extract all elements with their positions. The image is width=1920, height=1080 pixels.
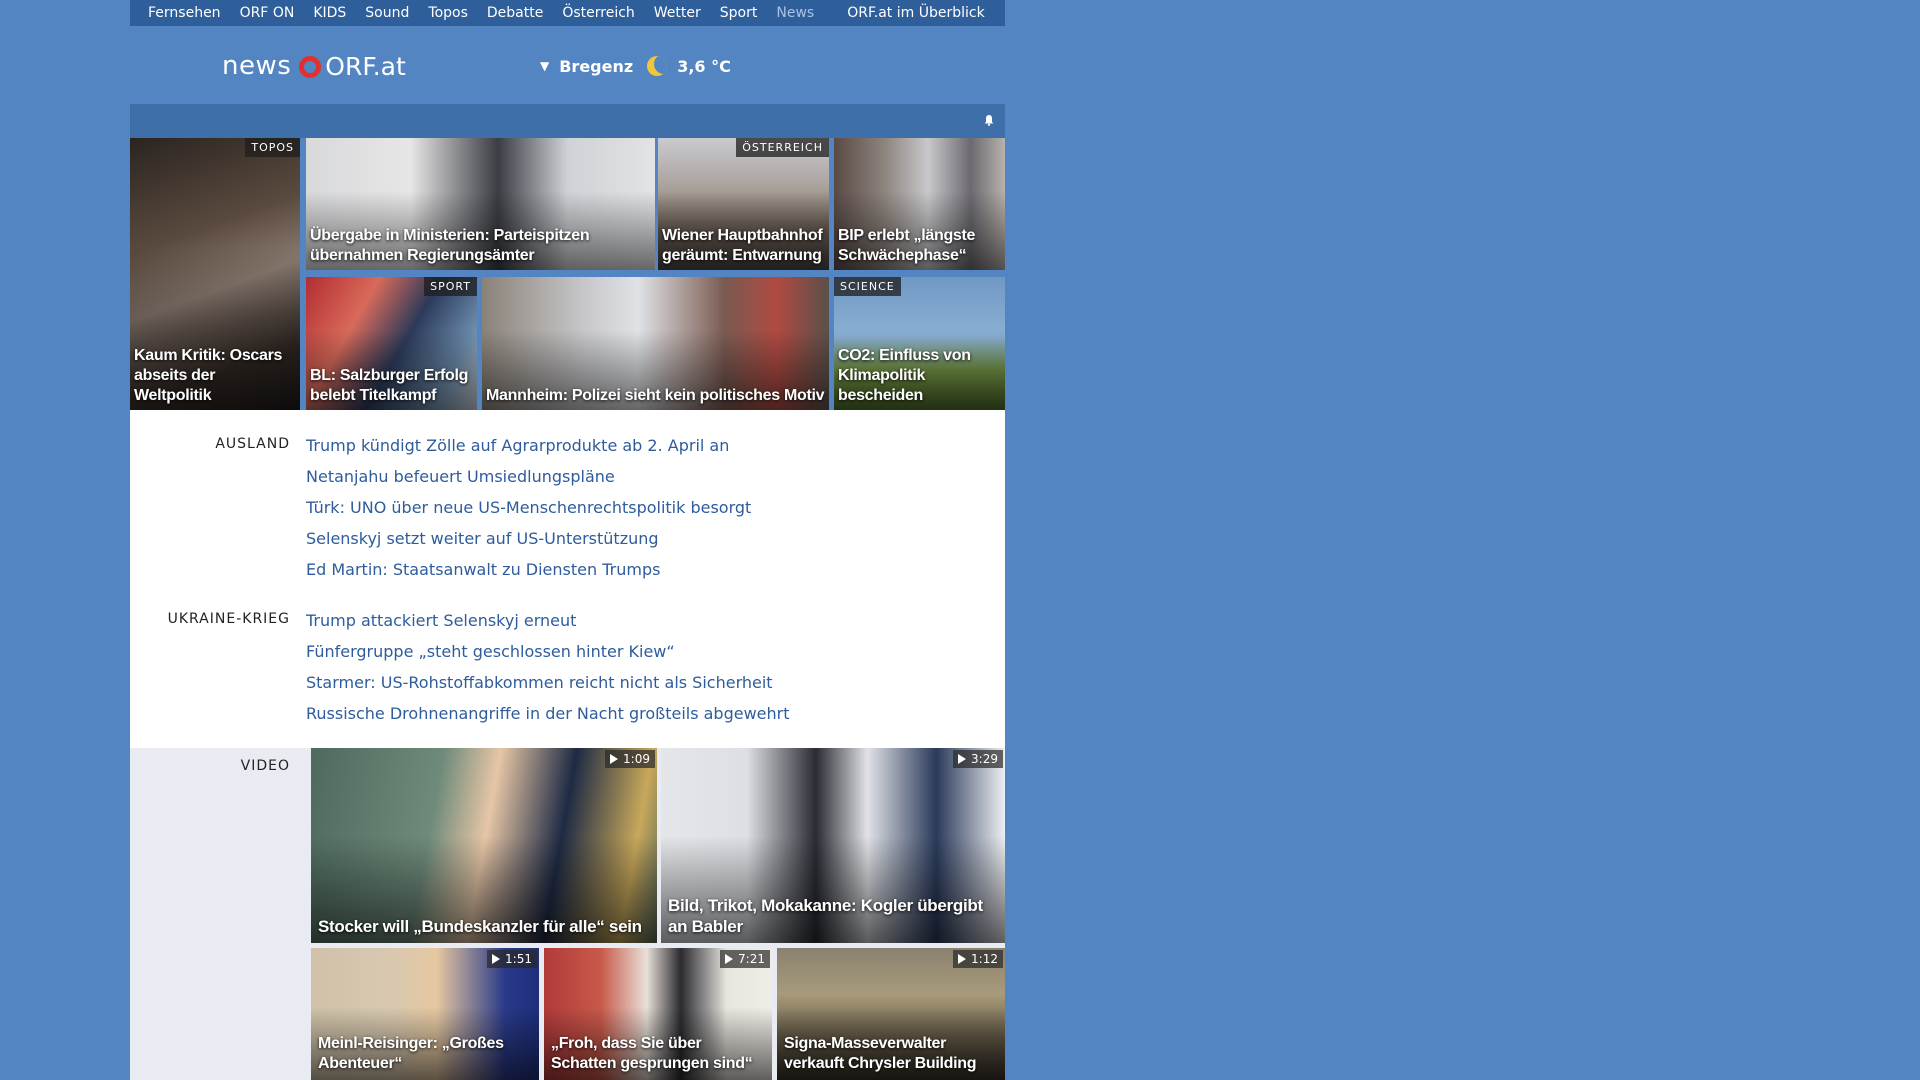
list-item: Ed Martin: Staatsanwalt zu Diensten Trum… [306,560,751,591]
headline-link[interactable]: Starmer: US-Rohstoffabkommen reicht nich… [306,673,773,692]
play-icon [958,954,967,964]
weather-location: Bregenz [559,56,634,76]
headline-list: Trump attackiert Selenskyj erneut Fünfer… [306,611,790,735]
duration-text: 1:09 [623,752,650,766]
video-tile-chrysler[interactable]: 1:12 Signa-Masseverwalter verkauft Chrys… [777,948,1005,1080]
category-tag: ÖSTERREICH [736,138,829,157]
headline-link[interactable]: Fünfergruppe „steht geschlossen hinter K… [306,642,675,661]
duration-text: 1:51 [505,952,532,966]
story-caption: BL: Salzburger Erfolg belebt Titelkampf [310,367,469,404]
story-tile-oscars[interactable]: TOPOS Kaum Kritik: Oscars abseits der We… [130,138,300,410]
nav-wetter[interactable]: Wetter [654,5,701,21]
notification-bar [130,104,1005,138]
video-section: VIDEO 1:09 Stocker will „Bundeskanzler f… [130,748,1005,1080]
story-caption: BIP erlebt „längste Schwächephase“ [838,227,976,264]
story-tile-sport[interactable]: SPORT BL: Salzburger Erfolg belebt Titel… [306,277,477,410]
nav-sound[interactable]: Sound [365,5,409,21]
story-tile-hauptbahnhof[interactable]: ÖSTERREICH Wiener Hauptbahnhof geräumt: … [658,138,829,270]
video-tile-stocker[interactable]: 1:09 Stocker will „Bundeskanzler für all… [311,748,657,943]
video-duration: 1:51 [487,950,537,968]
nav-oesterreich[interactable]: Österreich [562,5,634,21]
section-label: VIDEO [240,758,290,774]
video-caption: Meinl-Reisinger: „Großes Abenteuer“ [318,1035,504,1072]
duration-text: 3:29 [971,752,998,766]
nav-fernsehen[interactable]: Fernsehen [148,5,221,21]
headline-link[interactable]: Netanjahu befeuert Umsiedlungspläne [306,467,615,486]
headline-list: Trump kündigt Zölle auf Agrarprodukte ab… [306,436,751,591]
top-navigation: Fernsehen ORF ON KIDS Sound Topos Debatt… [130,0,1005,26]
top-stories-grid: TOPOS Kaum Kritik: Oscars abseits der We… [130,138,1005,410]
list-item: Trump kündigt Zölle auf Agrarprodukte ab… [306,436,751,467]
logo-orf-text: ORF.at [325,51,406,81]
logo-news-text: news [222,51,292,81]
brand-bar: news ORF.at ▼ Bregenz 3,6 °C [130,26,1005,104]
headline-link[interactable]: Trump kündigt Zölle auf Agrarprodukte ab… [306,436,729,455]
video-caption: „Froh, dass Sie über Schatten gesprungen… [551,1035,753,1072]
story-caption: Übergabe in Ministerien: Parteispitzen ü… [310,227,590,264]
news-orf-logo[interactable]: news ORF.at [222,51,406,81]
list-item: Starmer: US-Rohstoffabkommen reicht nich… [306,673,790,704]
video-tile-meinl-reisinger[interactable]: 1:51 Meinl-Reisinger: „Großes Abenteuer“ [311,948,539,1080]
duration-text: 1:12 [971,952,998,966]
headline-link[interactable]: Selenskyj setzt weiter auf US-Unterstütz… [306,529,659,548]
video-duration: 7:21 [720,950,770,968]
video-tile-van-der-bellen[interactable]: 7:21 „Froh, dass Sie über Schatten gespr… [544,948,772,1080]
list-item: Russische Drohnenangriffe in der Nacht g… [306,704,790,735]
story-tile-bip[interactable]: BIP erlebt „längste Schwächephase“ [834,138,1005,270]
video-duration: 3:29 [953,750,1003,768]
story-caption: CO2: Einfluss von Klimapolitik bescheide… [838,347,971,404]
nav-debatte[interactable]: Debatte [487,5,543,21]
video-duration: 1:12 [953,950,1003,968]
play-icon [610,754,619,764]
nav-overview[interactable]: ORF.at im Überblick [847,5,984,21]
video-caption: Signa-Masseverwalter verkauft Chrysler B… [784,1035,977,1072]
story-caption: Kaum Kritik: Oscars abseits der Weltpoli… [134,347,283,404]
dropdown-triangle-icon: ▼ [540,59,550,73]
play-icon [492,954,501,964]
duration-text: 7:21 [738,952,765,966]
story-tile-mannheim[interactable]: Mannheim: Polizei sieht kein politisches… [482,277,829,410]
nav-orf-on[interactable]: ORF ON [240,5,295,21]
headline-link[interactable]: Ed Martin: Staatsanwalt zu Diensten Trum… [306,560,660,579]
video-caption: Bild, Trikot, Mokakanne: Kogler übergibt… [668,896,983,936]
video-caption: Stocker will „Bundeskanzler für alle“ se… [318,917,642,936]
nav-news[interactable]: News [776,5,814,21]
list-item: Selenskyj setzt weiter auf US-Unterstütz… [306,529,751,560]
weather-widget[interactable]: ▼ Bregenz 3,6 °C [540,56,731,76]
play-icon [725,954,734,964]
category-tag: SCIENCE [834,277,901,296]
video-duration: 1:09 [605,750,655,768]
bell-icon[interactable] [983,114,995,126]
nav-sport[interactable]: Sport [720,5,758,21]
category-tag: TOPOS [245,138,300,157]
play-icon [958,754,967,764]
story-caption: Mannheim: Polizei sieht kein politisches… [486,387,825,404]
section-label: AUSLAND [215,436,290,452]
headline-link[interactable]: Türk: UNO über neue US-Menschenrechtspol… [306,498,751,517]
list-item: Türk: UNO über neue US-Menschenrechtspol… [306,498,751,529]
headline-link[interactable]: Russische Drohnenangriffe in der Nacht g… [306,704,790,723]
section-label: UKRAINE-KRIEG [167,611,290,627]
moon-icon [647,56,668,76]
list-item: Trump attackiert Selenskyj erneut [306,611,790,642]
headline-link[interactable]: Trump attackiert Selenskyj erneut [306,611,576,630]
nav-topos[interactable]: Topos [428,5,467,21]
list-item: Fünfergruppe „steht geschlossen hinter K… [306,642,790,673]
story-tile-uebergabe[interactable]: Übergabe in Ministerien: Parteispitzen ü… [306,138,655,270]
story-caption: Wiener Hauptbahnhof geräumt: Entwarnung [662,227,823,264]
weather-temperature: 3,6 °C [677,56,731,76]
story-tile-science[interactable]: SCIENCE CO2: Einfluss von Klimapolitik b… [834,277,1005,410]
nav-kids[interactable]: KIDS [313,5,346,21]
headline-sections: AUSLAND Trump kündigt Zölle auf Agrarpro… [130,410,1005,748]
list-item: Netanjahu befeuert Umsiedlungspläne [306,467,751,498]
category-tag: SPORT [424,277,477,296]
orf-eye-icon [299,56,322,78]
video-tile-kogler[interactable]: 3:29 Bild, Trikot, Mokakanne: Kogler übe… [661,748,1005,943]
